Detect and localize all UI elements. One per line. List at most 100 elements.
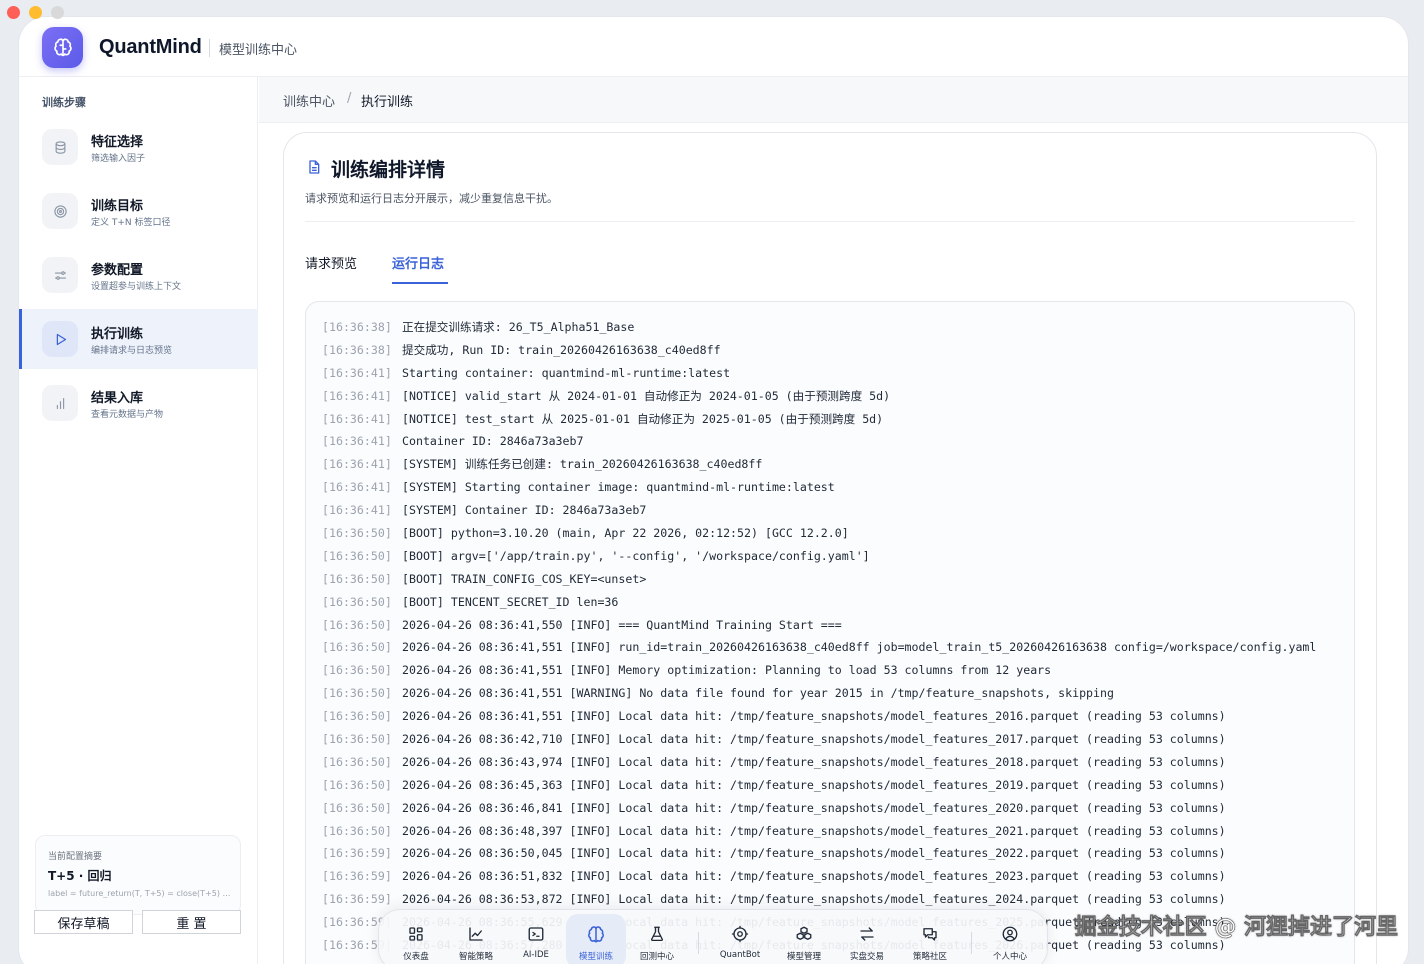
log-message: 提交成功, Run ID: train_20260426163638_c40ed… [402, 342, 721, 357]
sliders-icon [42, 257, 78, 293]
dock-item-quantbot[interactable]: QuantBot [710, 910, 770, 964]
brain-icon [588, 926, 604, 943]
dock-label: 模型训练 [578, 952, 613, 962]
log-message: 2026-04-26 08:36:41,551 [INFO] Memory op… [402, 663, 1052, 678]
summary-formula: label = future_return(T, T+5) = close(T+… [48, 889, 233, 898]
orchestration-panel: 训练编排详情 请求预览和运行日志分开展示，减少重复信息干扰。 请求预览 运行日志… [283, 132, 1377, 964]
dock-item-dashboard[interactable]: 仪表盘 [386, 910, 446, 964]
save-draft-button[interactable]: 保存草稿 [34, 910, 133, 934]
log-line: [16:36:59] 2026-04-26 08:36:51,832 [INFO]… [322, 865, 1340, 888]
step-param-config[interactable]: 参数配置 设置超参与训练上下文 [19, 245, 258, 305]
flask-icon [650, 926, 664, 942]
log-line: [16:36:41] [SYSTEM] Starting container im… [322, 476, 1340, 499]
dock-separator [971, 932, 972, 954]
bot-icon [731, 925, 749, 943]
log-line: [16:36:50] [BOOT] argv=['/app/train.py', … [322, 545, 1340, 568]
log-timestamp: [16:36:50] [322, 640, 392, 655]
log-timestamp: [16:36:59] [322, 869, 392, 884]
log-line: [16:36:41] Container ID: 2846a73a3eb7 [322, 430, 1340, 453]
log-message: [SYSTEM] 训练任务已创建: train_20260426163638_c… [402, 457, 763, 472]
minimize-window-button[interactable] [29, 6, 42, 19]
step-title: 训练目标 [91, 199, 144, 214]
log-timestamp: [16:36:41] [322, 365, 392, 380]
log-message: 2026-04-26 08:36:41,550 [INFO] === Quant… [402, 617, 842, 632]
log-timestamp: [16:36:50] [322, 800, 392, 815]
log-line: [16:36:50] 2026-04-26 08:36:45,363 [INFO]… [322, 774, 1340, 797]
watermark: 掘金技术社区 @ 河狸掉进了河里 [1074, 915, 1398, 941]
log-line: [16:36:41] Starting container: quantmind-… [322, 362, 1340, 385]
log-message: [NOTICE] test_start 从 2025-01-01 自动修正为 2… [402, 411, 884, 426]
brain-logo-icon[interactable] [42, 27, 83, 68]
close-window-button[interactable] [7, 6, 20, 19]
log-line: [16:36:50] 2026-04-26 08:36:48,397 [INFO]… [322, 820, 1340, 843]
log-timestamp: [16:36:50] [322, 777, 392, 792]
log-message: [BOOT] TRAIN_CONFIG_COS_KEY=<unset> [402, 571, 647, 586]
log-timestamp: [16:36:41] [322, 480, 392, 495]
play-icon [42, 321, 78, 357]
step-desc: 设置超参与训练上下文 [91, 282, 182, 292]
log-line: [16:36:50] 2026-04-26 08:36:41,551 [WARNI… [322, 682, 1340, 705]
terminal-icon [528, 927, 544, 941]
reset-button[interactable]: 重 置 [142, 910, 241, 934]
log-line: [16:36:38] 提交成功, Run ID: train_2026042616… [322, 339, 1340, 362]
dock-item-community[interactable]: 策略社区 [900, 910, 960, 964]
dock-label: 策略社区 [912, 952, 947, 962]
log-line: [16:36:38] 正在提交训练请求: 26_T5_Alpha51_Base [322, 316, 1340, 339]
dock-item-backtest[interactable]: 回测中心 [627, 910, 687, 964]
bar-chart-icon [42, 385, 78, 421]
log-message: Starting container: quantmind-ml-runtime… [402, 365, 731, 380]
chat-icon [923, 928, 937, 941]
log-message: [SYSTEM] Starting container image: quant… [402, 480, 835, 495]
top-bar: QuantMind 模型训练中心 [19, 17, 1408, 77]
database-icon [42, 129, 78, 165]
log-line: [16:36:50] 2026-04-26 08:36:41,550 [INFO]… [322, 614, 1340, 637]
dock-item-strategy[interactable]: 智能策略 [446, 910, 506, 964]
dock-item-ai-ide[interactable]: AI-IDE [506, 910, 566, 964]
log-line: [16:36:50] 2026-04-26 08:36:43,974 [INFO]… [322, 751, 1340, 774]
tab-request-preview[interactable]: 请求预览 [305, 253, 357, 272]
swap-icon [860, 927, 874, 941]
step-training-target[interactable]: 训练目标 定义 T+N 标签口径 [19, 181, 258, 241]
summary-label: 当前配置摘要 [48, 852, 103, 862]
brand-divider [209, 39, 210, 57]
dock-label: AI-IDE [523, 950, 549, 960]
log-timestamp: [16:36:50] [322, 617, 392, 632]
breadcrumb-parent-link[interactable]: 训练中心 [283, 91, 335, 110]
brand-name: QuantMind [99, 36, 202, 58]
dock-label: 个人中心 [992, 952, 1027, 962]
log-message: [NOTICE] valid_start 从 2024-01-01 自动修正为 … [402, 388, 891, 403]
step-feature-selection[interactable]: 特征选择 筛选输入因子 [19, 117, 258, 177]
log-timestamp: [16:36:50] [322, 732, 392, 747]
target-icon [42, 193, 78, 229]
log-line: [16:36:50] [BOOT] TRAIN_CONFIG_COS_KEY=<u… [322, 568, 1340, 591]
step-run-training[interactable]: 执行训练 编排请求与日志预览 [19, 309, 258, 369]
log-message: 2026-04-26 08:36:46,841 [INFO] Local dat… [402, 800, 1226, 815]
breadcrumb-separator: / [347, 91, 352, 106]
panel-description: 请求预览和运行日志分开展示，减少重复信息干扰。 [305, 192, 558, 205]
dock-item-model-training[interactable]: 模型训练 [566, 914, 626, 964]
app-subtitle: 模型训练中心 [219, 43, 298, 58]
step-results-storage[interactable]: 结果入库 查看元数据与产物 [19, 373, 258, 433]
step-desc: 编排请求与日志预览 [91, 346, 173, 356]
log-line: [16:36:50] 2026-04-26 08:36:41,551 [INFO]… [322, 659, 1340, 682]
zoom-window-button[interactable] [51, 6, 64, 19]
step-title: 执行训练 [91, 327, 144, 342]
log-line: [16:36:50] 2026-04-26 08:36:41,551 [INFO]… [322, 705, 1340, 728]
log-timestamp: [16:36:50] [322, 663, 392, 678]
log-message: 2026-04-26 08:36:41,551 [INFO] Local dat… [402, 709, 1226, 724]
log-line: [16:36:50] [BOOT] TENCENT_SECRET_ID len=3… [322, 591, 1340, 614]
dock-item-model-management[interactable]: 模型管理 [774, 910, 834, 964]
tab-run-logs[interactable]: 运行日志 [392, 253, 444, 272]
log-timestamp: [16:36:50] [322, 823, 392, 838]
log-message: [BOOT] argv=['/app/train.py', '--config'… [402, 548, 870, 563]
log-message: 正在提交训练请求: 26_T5_Alpha51_Base [402, 320, 635, 334]
dock-separator [698, 932, 699, 954]
dashboard-icon [409, 927, 423, 941]
step-desc: 查看元数据与产物 [91, 410, 164, 420]
document-icon [309, 160, 320, 174]
log-timestamp: [16:36:50] [322, 526, 392, 541]
dock-item-profile[interactable]: 个人中心 [980, 910, 1040, 964]
dock-item-live-trading[interactable]: 实盘交易 [837, 910, 897, 964]
step-desc: 定义 T+N 标签口径 [91, 218, 171, 228]
log-viewer[interactable]: [16:36:38] 正在提交训练请求: 26_T5_Alpha51_Base [1… [305, 301, 1355, 964]
